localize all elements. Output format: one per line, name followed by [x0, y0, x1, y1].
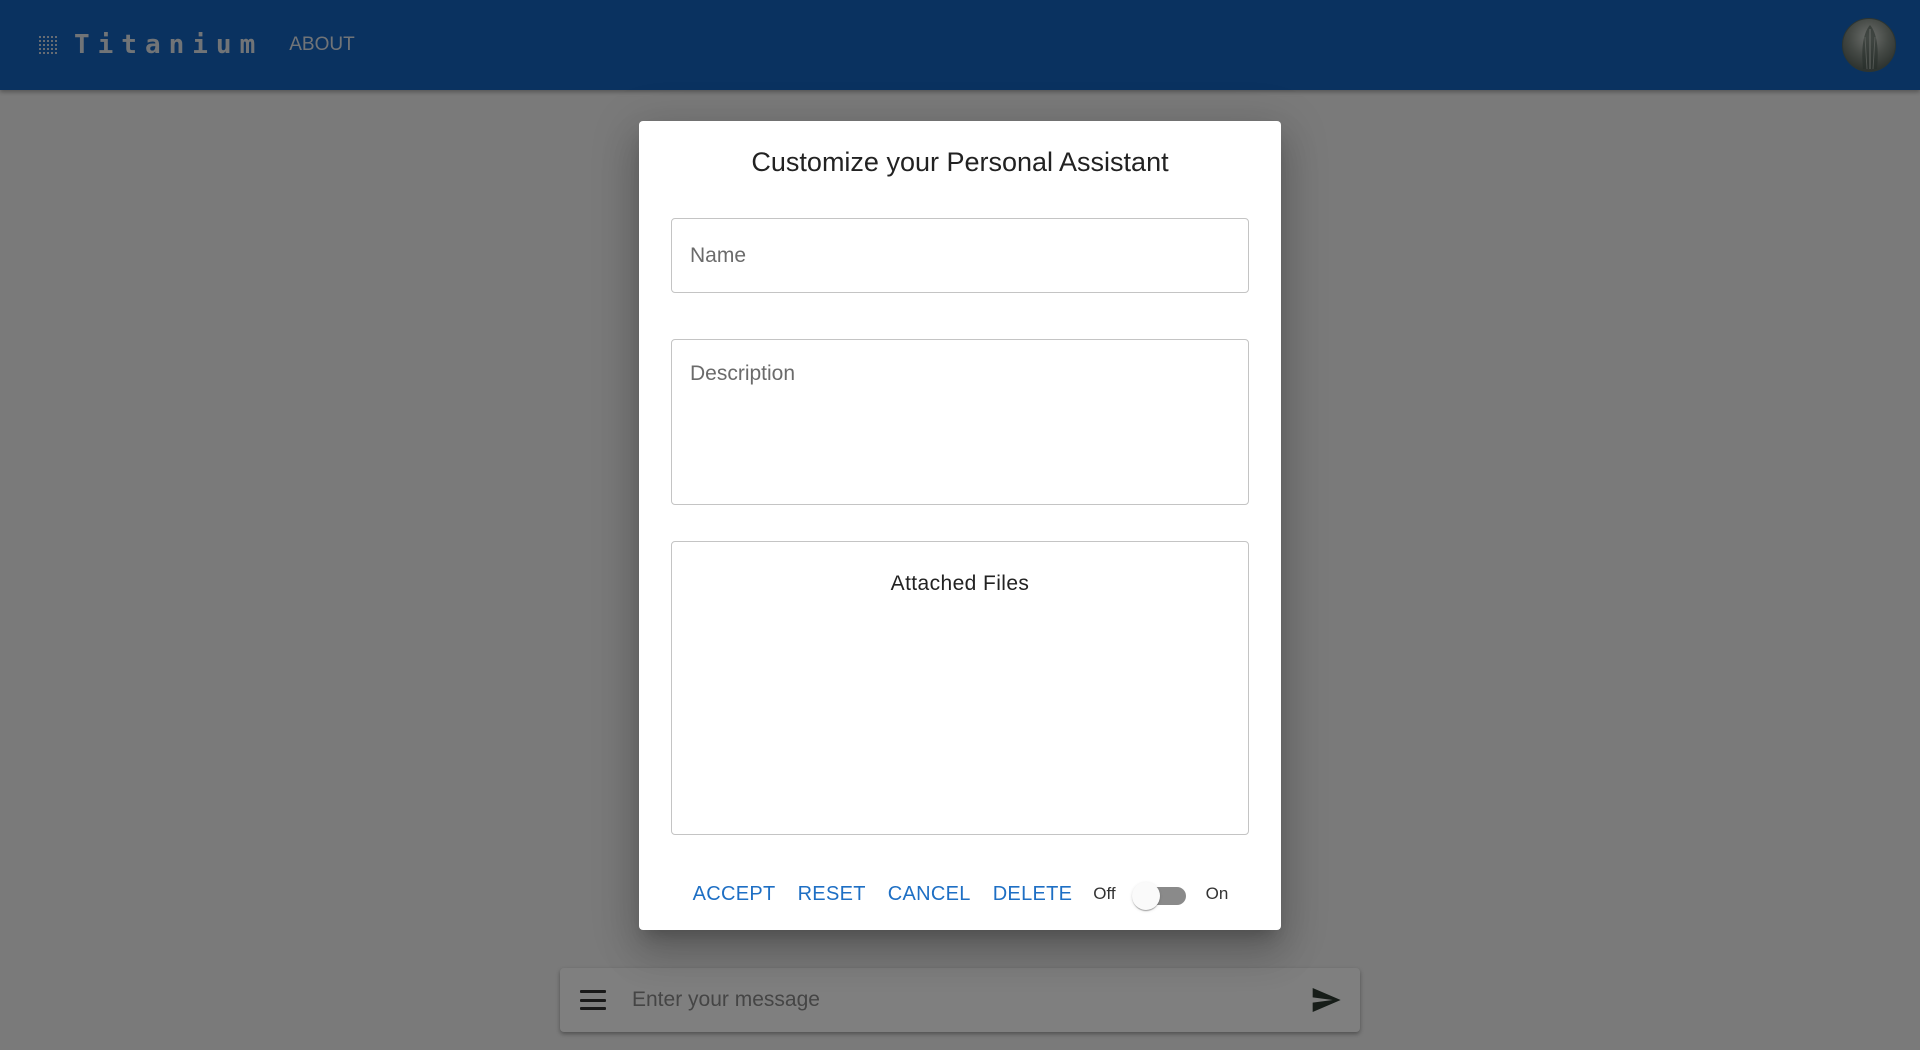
attached-files-panel[interactable]: Attached Files — [671, 541, 1249, 835]
customize-assistant-dialog: Customize your Personal Assistant Attach… — [639, 121, 1281, 930]
dialog-title: Customize your Personal Assistant — [751, 147, 1169, 177]
toggle-on-label: On — [1205, 884, 1229, 903]
description-input[interactable] — [672, 340, 1248, 504]
attached-files-title: Attached Files — [890, 572, 1030, 595]
cancel-button[interactable]: CANCEL — [877, 883, 982, 906]
name-input[interactable] — [672, 219, 1248, 292]
dialog-actions: ACCEPT RESET CANCEL DELETE Off On — [639, 877, 1281, 911]
description-field[interactable] — [671, 339, 1249, 505]
reset-button[interactable]: RESET — [787, 883, 877, 906]
accept-button[interactable]: ACCEPT — [682, 883, 787, 906]
delete-button[interactable]: DELETE — [982, 883, 1084, 906]
toggle-off-label: Off — [1093, 884, 1116, 903]
name-field[interactable] — [671, 218, 1249, 293]
toggle-thumb[interactable] — [1131, 882, 1160, 910]
on-off-toggle[interactable] — [1131, 877, 1190, 911]
